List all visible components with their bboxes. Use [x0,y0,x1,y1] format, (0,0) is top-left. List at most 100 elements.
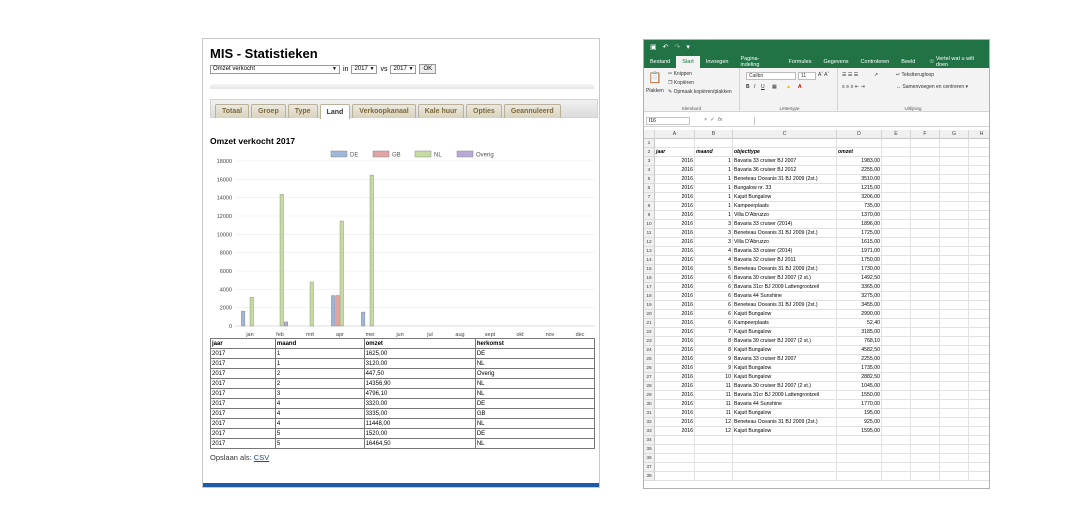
sheet-cell[interactable]: Beneteau Oceanis 31 BJ 2009 (2st.) [733,229,837,238]
sheet-cell[interactable] [940,283,969,292]
sheet-cell[interactable] [969,202,989,211]
sheet-cell[interactable] [969,436,989,445]
sheet-cell[interactable] [911,445,940,454]
merge-center-button[interactable]: ↔ Samenvoegen en centreren ▾ [896,84,968,90]
sheet-cell[interactable] [969,184,989,193]
row-header[interactable]: 3 [644,157,655,166]
sheet-cell[interactable]: 6 [695,310,733,319]
sheet-cell[interactable] [940,139,969,148]
sheet-cell[interactable]: 2016 [655,247,695,256]
sheet-cell[interactable] [911,436,940,445]
sheet-cell[interactable]: 2016 [655,391,695,400]
sheet-cell[interactable] [940,355,969,364]
row-header[interactable]: 36 [644,454,655,463]
sheet-cell[interactable] [940,238,969,247]
sheet-cell[interactable] [940,382,969,391]
sheet-cell[interactable] [969,274,989,283]
italic-icon[interactable]: I [754,84,755,90]
sheet-cell[interactable]: 2016 [655,283,695,292]
row-header[interactable]: 5 [644,175,655,184]
sheet-cell[interactable]: Kajuit Bungalow [733,193,837,202]
sheet-cell[interactable]: 2016 [655,211,695,220]
sheet-cell[interactable]: 2882,50 [837,373,882,382]
sheet-cell[interactable]: objecttype [733,148,837,157]
sheet-cell[interactable] [940,229,969,238]
sheet-cell[interactable] [882,148,911,157]
sheet-cell[interactable]: 2255,00 [837,355,882,364]
sheet-cell[interactable] [882,139,911,148]
sheet-cell[interactable]: Kajuit Bungalow [733,364,837,373]
row-header[interactable]: 8 [644,202,655,211]
row-header[interactable]: 35 [644,445,655,454]
sheet-cell[interactable]: Bavaria 33 cruiser BJ 2007 [733,355,837,364]
sheet-cell[interactable] [911,238,940,247]
sheet-cell[interactable] [940,346,969,355]
sheet-cell[interactable]: 1730,00 [837,265,882,274]
sheet-cell[interactable]: 6 [695,319,733,328]
undo-icon[interactable]: ↶ [663,43,669,51]
sheet-cell[interactable] [940,157,969,166]
row-header[interactable]: 10 [644,220,655,229]
sheet-cell[interactable]: 1 [695,211,733,220]
sheet-cell[interactable]: 1735,00 [837,364,882,373]
sheet-cell[interactable] [882,193,911,202]
sheet-cell[interactable]: Bavaria 30 cruiser BJ 2007 (2 st.) [733,274,837,283]
sheet-cell[interactable] [940,148,969,157]
sheet-cell[interactable]: 2016 [655,229,695,238]
sheet-cell[interactable] [882,400,911,409]
sheet-cell[interactable] [882,292,911,301]
sheet-cell[interactable] [655,472,695,481]
tell-me-search[interactable]: ☉ Vertel wat u wilt doen [923,56,989,68]
sheet-cell[interactable]: 1896,00 [837,220,882,229]
sheet-cell[interactable]: 1 [695,184,733,193]
sheet-cell[interactable] [940,454,969,463]
sheet-cell[interactable] [911,148,940,157]
sheet-cell[interactable] [837,436,882,445]
sheet-cell[interactable]: 735,00 [837,202,882,211]
select-all-corner[interactable] [644,130,655,139]
sheet-cell[interactable]: maand [695,148,733,157]
font-color-icon[interactable]: A [798,84,802,90]
row-header[interactable]: 11 [644,229,655,238]
sheet-cell[interactable] [969,445,989,454]
font-name-select[interactable]: Calibri [746,72,796,80]
sheet-cell[interactable] [940,400,969,409]
sheet-cell[interactable] [733,139,837,148]
sheet-cell[interactable] [969,355,989,364]
sheet-cell[interactable] [882,220,911,229]
sheet-cell[interactable]: 9 [695,364,733,373]
sheet-cell[interactable] [882,373,911,382]
sheet-cell[interactable]: Beneteau Oceanis 31 BJ 2009 (2st.) [733,175,837,184]
redo-icon[interactable]: ↷ [675,43,681,51]
column-header-d[interactable]: D [837,130,882,139]
formula-input[interactable] [754,117,984,125]
row-header[interactable]: 9 [644,211,655,220]
sheet-cell[interactable] [911,202,940,211]
sheet-cell[interactable] [969,283,989,292]
sheet-cell[interactable]: Bavaria 33 cruiser (2014) [733,247,837,256]
sheet-cell[interactable]: 1 [695,157,733,166]
column-header-h[interactable]: H [969,130,989,139]
sheet-cell[interactable] [911,247,940,256]
row-header[interactable]: 19 [644,301,655,310]
row-header[interactable]: 29 [644,391,655,400]
sheet-cell[interactable] [911,472,940,481]
sheet-cell[interactable] [940,472,969,481]
sheet-cell[interactable]: 2016 [655,184,695,193]
sheet-cell[interactable] [969,148,989,157]
sheet-cell[interactable]: 6 [695,274,733,283]
sheet-cell[interactable]: 1045,00 [837,382,882,391]
sheet-cell[interactable] [940,445,969,454]
sheet-cell[interactable]: 2016 [655,310,695,319]
sheet-cell[interactable] [969,220,989,229]
sheet-cell[interactable] [882,463,911,472]
sheet-cell[interactable] [911,328,940,337]
sheet-cell[interactable] [882,301,911,310]
sheet-cell[interactable] [655,454,695,463]
sheet-cell[interactable] [911,193,940,202]
sheet-cell[interactable] [969,211,989,220]
sheet-cell[interactable]: 8 [695,337,733,346]
row-header[interactable]: 6 [644,184,655,193]
sheet-cell[interactable] [969,319,989,328]
sheet-cell[interactable] [969,418,989,427]
